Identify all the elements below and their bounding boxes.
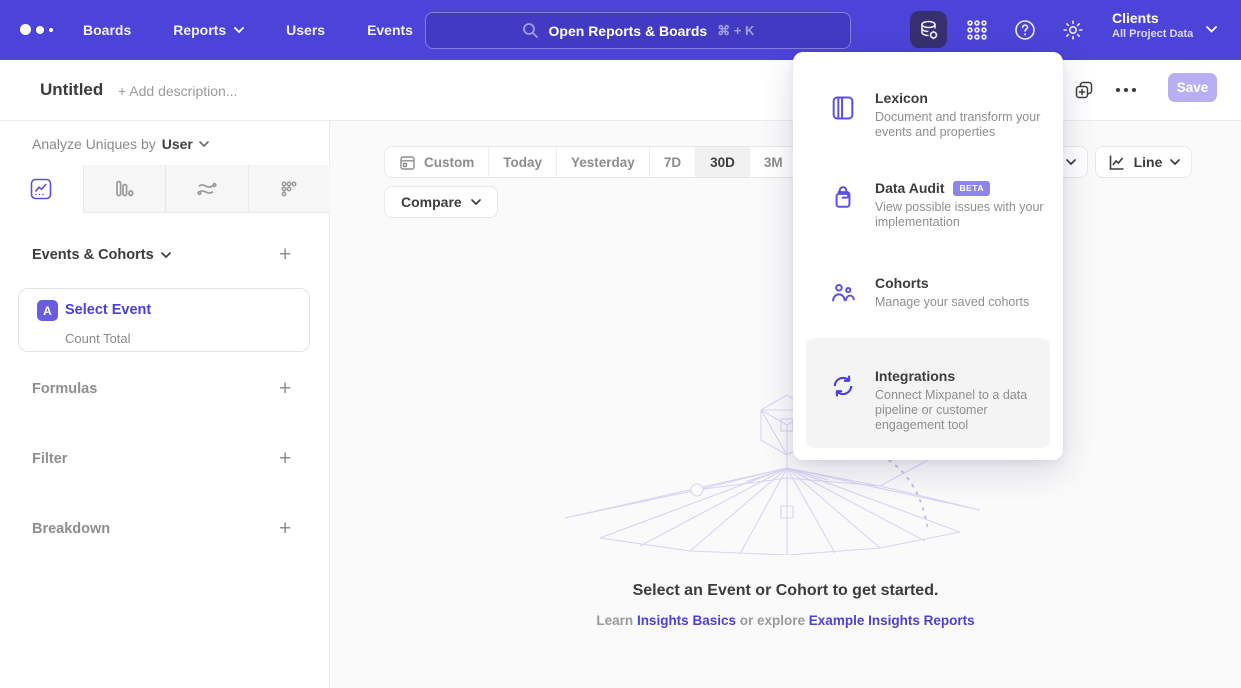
save-button[interactable]: Save: [1168, 73, 1217, 102]
breakdown-section[interactable]: Breakdown: [32, 521, 110, 537]
menu-item-lexicon[interactable]: Lexicon Document and transform your even…: [793, 90, 1063, 160]
analyze-by-value[interactable]: User: [162, 136, 193, 152]
project-selector[interactable]: Clients All Project Data: [1112, 10, 1193, 40]
global-search-input[interactable]: Open Reports & Boards ⌘ + K: [425, 12, 851, 49]
project-name: Clients: [1112, 10, 1193, 26]
formulas-section[interactable]: Formulas: [32, 381, 97, 397]
database-gear-icon: [917, 18, 941, 42]
date-range-custom[interactable]: Custom: [385, 147, 488, 177]
search-shortcut: ⌘ + K: [717, 23, 754, 39]
menu-item-description: View possible issues with your implement…: [875, 200, 1061, 230]
add-filter-button[interactable]: +: [279, 448, 291, 469]
chevron-down-icon: [199, 141, 209, 148]
menu-item-integrations[interactable]: Integrations Connect Mixpanel to a data …: [806, 338, 1050, 448]
analyze-by-control: Analyze Uniques by User: [32, 136, 209, 152]
select-event-label[interactable]: Select Event: [65, 302, 151, 318]
calendar-icon: [399, 154, 416, 171]
add-event-button[interactable]: +: [279, 244, 291, 265]
insights-basics-link[interactable]: Insights Basics: [637, 613, 736, 628]
report-title[interactable]: Untitled: [40, 80, 103, 100]
nav-item-events[interactable]: Events: [367, 22, 413, 38]
more-options-button[interactable]: [1113, 77, 1139, 103]
filter-section[interactable]: Filter: [32, 451, 67, 467]
gear-icon: [1061, 18, 1085, 42]
mixpanel-logo-icon[interactable]: [20, 24, 53, 35]
date-range-yesterday[interactable]: Yesterday: [556, 147, 649, 177]
project-scope: All Project Data: [1112, 28, 1193, 40]
line-chart-axis-icon: [1107, 153, 1126, 172]
tab-metric-grid[interactable]: [248, 165, 331, 213]
data-management-button[interactable]: [910, 11, 947, 48]
menu-item-title: Data Audit BETA: [875, 180, 990, 196]
add-formula-button[interactable]: +: [279, 378, 291, 399]
menu-item-title: Integrations: [875, 368, 955, 384]
nav-item-users[interactable]: Users: [286, 22, 325, 38]
date-range-30d[interactable]: 30D: [695, 147, 749, 177]
flow-icon: [195, 177, 219, 201]
example-reports-link[interactable]: Example Insights Reports: [809, 613, 975, 628]
line-chart-icon: [29, 177, 53, 201]
date-range-today[interactable]: Today: [488, 147, 556, 177]
subtext-middle: or explore: [740, 613, 805, 628]
help-icon: [1013, 18, 1037, 42]
data-management-menu: Lexicon Document and transform your even…: [793, 52, 1063, 460]
menu-item-description: Connect Mixpanel to a data pipeline or c…: [875, 388, 1047, 433]
menu-item-title: Cohorts: [875, 275, 929, 291]
subtext-prefix: Learn: [596, 613, 633, 628]
empty-state-subtext: Learn Insights Basics or explore Example…: [330, 613, 1241, 628]
menu-item-cohorts[interactable]: Cohorts Manage your saved cohorts: [793, 275, 1063, 331]
ellipsis-icon: [1115, 87, 1137, 93]
event-series-badge: A: [37, 300, 58, 321]
chevron-down-icon: [161, 252, 171, 259]
people-icon: [829, 279, 857, 307]
nav-item-reports[interactable]: Reports: [173, 22, 244, 38]
settings-button[interactable]: [1054, 11, 1091, 48]
sync-icon: [829, 372, 857, 400]
beta-badge: BETA: [953, 181, 990, 196]
menu-item-description: Manage your saved cohorts: [875, 295, 1061, 310]
events-cohorts-section[interactable]: Events & Cohorts: [32, 247, 171, 263]
date-range-3m[interactable]: 3M: [749, 147, 797, 177]
audit-icon: [829, 184, 857, 212]
date-range-7d[interactable]: 7D: [649, 147, 695, 177]
menu-item-description: Document and transform your events and p…: [875, 110, 1061, 140]
event-card[interactable]: A Select Event Count Total: [18, 288, 310, 352]
query-builder-sidebar: Analyze Uniques by User E: [0, 121, 330, 688]
grid-dots-icon: [965, 18, 989, 42]
chevron-down-icon: [471, 199, 481, 206]
top-nav: Boards Reports Users Events Open Reports…: [0, 0, 1241, 60]
copy-plus-icon: [1073, 79, 1095, 101]
report-description-input[interactable]: + Add description...: [118, 83, 237, 99]
chevron-down-icon: [1170, 159, 1180, 166]
book-icon: [829, 94, 857, 122]
search-icon: [522, 22, 539, 39]
empty-state-heading: Select an Event or Cohort to get started…: [330, 582, 1241, 600]
chart-type-dropdown[interactable]: Line: [1095, 146, 1192, 178]
apps-grid-button[interactable]: [958, 11, 995, 48]
add-breakdown-button[interactable]: +: [279, 518, 291, 539]
help-button[interactable]: [1006, 11, 1043, 48]
chevron-down-icon: [1066, 159, 1076, 166]
menu-item-data-audit[interactable]: Data Audit BETA View possible issues wit…: [793, 180, 1063, 250]
chevron-down-icon: [234, 27, 244, 34]
visualization-tabs: [0, 165, 330, 213]
nav-item-boards[interactable]: Boards: [83, 22, 131, 38]
tab-bar-chart[interactable]: [83, 165, 166, 213]
analyze-by-label: Analyze Uniques by: [32, 136, 156, 152]
dots-pyramid-icon: [277, 177, 301, 201]
search-placeholder: Open Reports & Boards: [549, 23, 708, 39]
compare-button[interactable]: Compare: [384, 186, 498, 218]
tab-flow-chart[interactable]: [165, 165, 248, 213]
bar-chart-icon: [112, 177, 136, 201]
chevron-down-icon: [1206, 26, 1217, 34]
primary-nav: Boards Reports Users Events: [83, 0, 413, 60]
count-type-label[interactable]: Count Total: [65, 331, 131, 346]
date-range-control: Custom Today Yesterday 7D 30D 3M 6M: [384, 146, 845, 178]
menu-item-integrations-content: Integrations Connect Mixpanel to a data …: [806, 368, 1076, 448]
tab-insights-line[interactable]: [0, 165, 83, 213]
duplicate-report-button[interactable]: [1071, 77, 1097, 103]
menu-item-title: Lexicon: [875, 90, 928, 106]
